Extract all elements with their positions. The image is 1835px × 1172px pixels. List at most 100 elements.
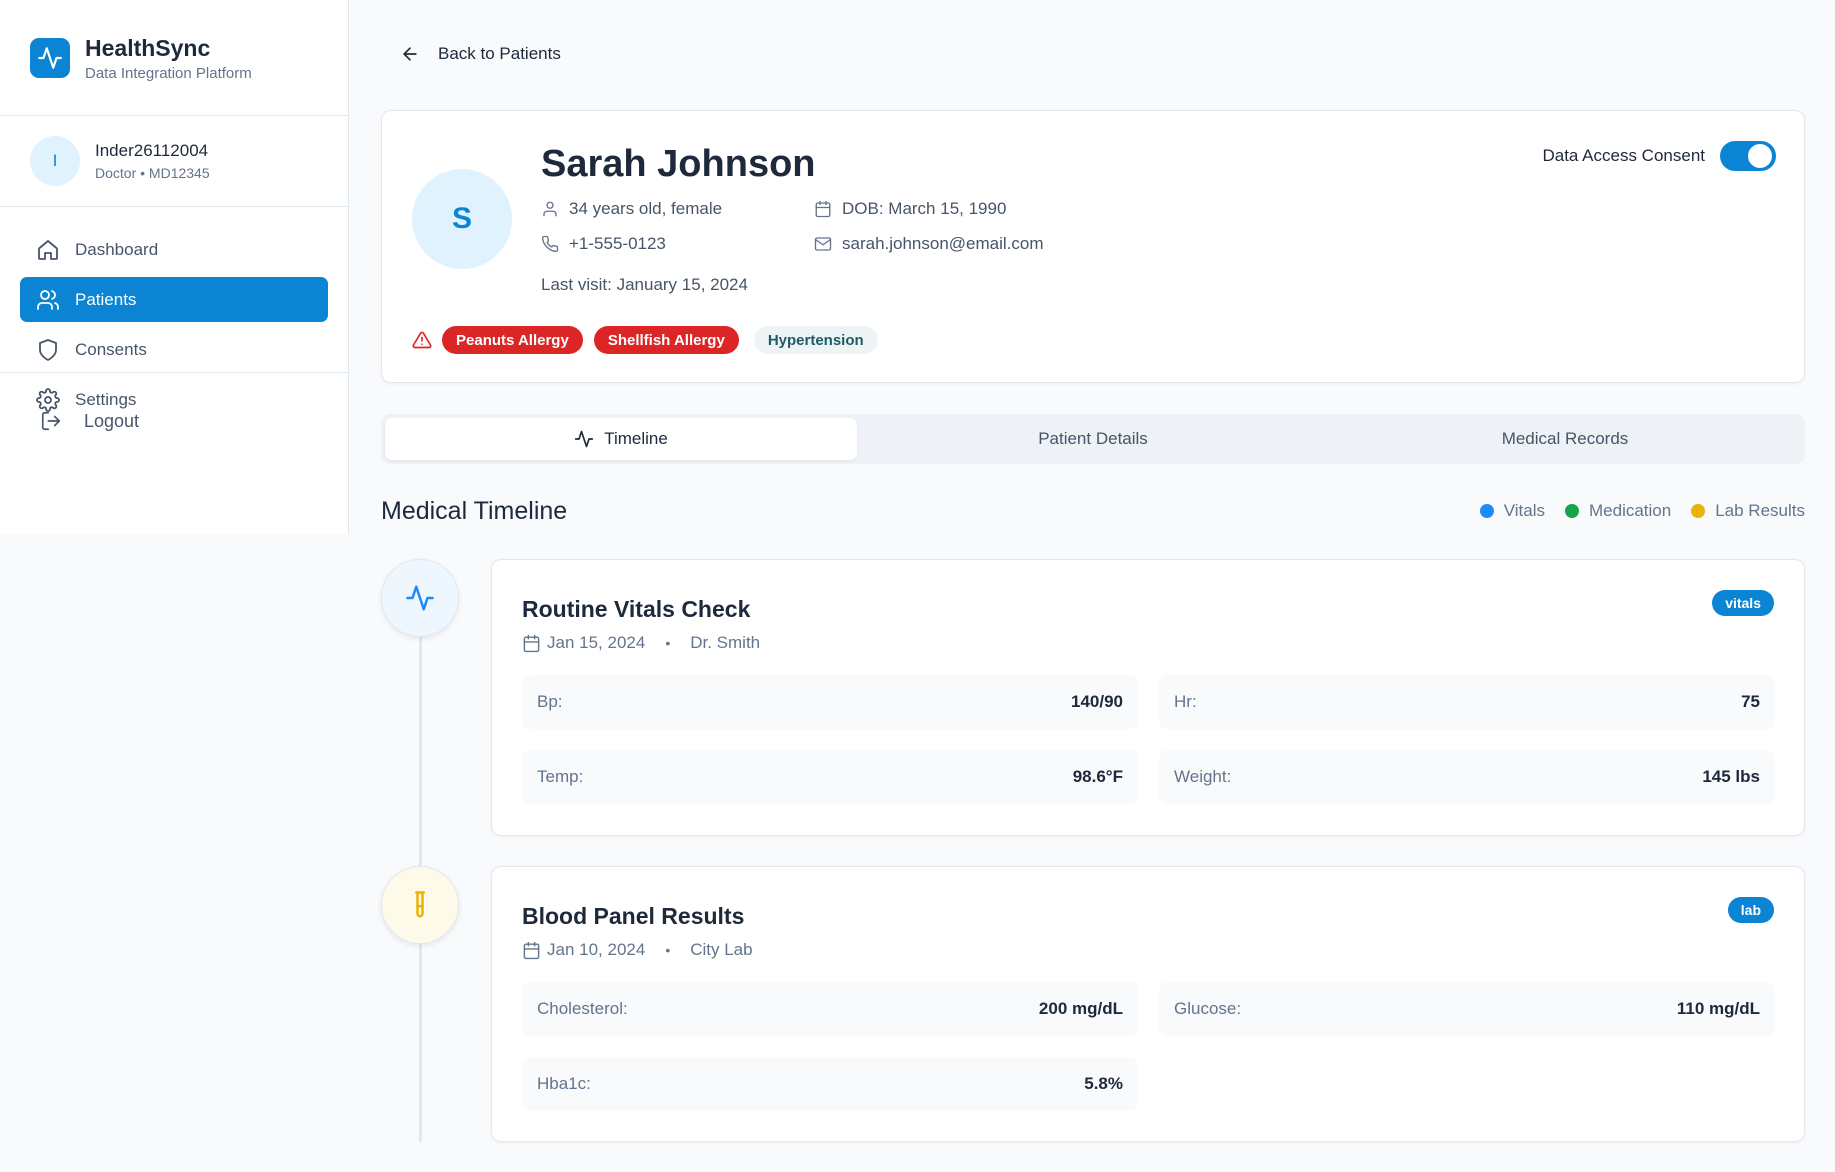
- condition-badge: Hypertension: [753, 326, 878, 354]
- patient-tabs: Timeline Patient Details Medical Records: [381, 414, 1805, 464]
- sidebar-item-label: Patients: [75, 289, 137, 309]
- metric-label: Glucose:: [1174, 999, 1242, 1018]
- phone-text: +1-555-0123: [569, 234, 666, 253]
- logout-label: Logout: [84, 410, 140, 431]
- tab-label: Timeline: [604, 429, 668, 448]
- event-date: Jan 15, 2024: [547, 633, 646, 652]
- sidebar: HealthSync Data Integration Platform I I…: [0, 0, 349, 534]
- patient-name: Sarah Johnson: [541, 143, 816, 185]
- event-meta: Jan 10, 2024 • City Lab: [522, 940, 753, 960]
- allergy-badge: Peanuts Allergy: [442, 326, 583, 354]
- app-logo-icon: [30, 37, 70, 78]
- metric-row: Glucose: 110 mg/dL: [1159, 982, 1775, 1036]
- toggle-knob: [1748, 144, 1772, 168]
- calendar-icon: [522, 941, 547, 960]
- timeline-event-card[interactable]: Routine Vitals Check Jan 15, 2024 • Dr. …: [491, 559, 1805, 836]
- legend-lab-results: Lab Results: [1691, 501, 1805, 521]
- legend-label: Vitals: [1503, 501, 1545, 520]
- metric-label: Hr:: [1174, 692, 1197, 711]
- event-meta: Jan 15, 2024 • Dr. Smith: [522, 633, 760, 653]
- sidebar-item-label: Settings: [75, 389, 137, 409]
- event-title: Blood Panel Results: [522, 903, 745, 929]
- legend-dot: [1479, 504, 1494, 518]
- event-type-badge: lab: [1727, 897, 1774, 923]
- legend-medication: Medication: [1565, 501, 1671, 521]
- legend-dot: [1691, 504, 1706, 518]
- tab-medical-records[interactable]: Medical Records: [1329, 418, 1801, 460]
- home-icon: [36, 238, 60, 262]
- timeline-title: Medical Timeline: [381, 497, 568, 525]
- tab-label: Medical Records: [1501, 429, 1629, 448]
- legend-dot: [1565, 504, 1579, 518]
- test-tube-icon: [405, 890, 435, 920]
- metric-row: Hr: 75: [1159, 675, 1775, 729]
- metric-label: Weight:: [1174, 767, 1232, 786]
- separator-dot: •: [665, 635, 671, 651]
- shield-icon: [36, 338, 60, 362]
- sidebar-item-consents[interactable]: Consents: [20, 327, 328, 372]
- metric-label: Hba1c:: [537, 1074, 591, 1093]
- timeline-node-lab: [381, 866, 459, 944]
- activity-icon: [574, 429, 604, 449]
- activity-icon: [405, 583, 435, 613]
- event-type-badge: vitals: [1712, 590, 1774, 616]
- avatar: I: [30, 136, 80, 186]
- event-provider: City Lab: [690, 940, 753, 959]
- tab-label: Patient Details: [1038, 429, 1148, 448]
- dob-text: DOB: March 15, 1990: [842, 199, 1007, 218]
- app-name: HealthSync: [85, 34, 211, 61]
- patient-last-visit: Last visit: January 15, 2024: [541, 275, 748, 294]
- data-access-consent: Data Access Consent: [1542, 141, 1776, 171]
- metric-value: 140/90: [1071, 692, 1123, 711]
- metric-value: 200 mg/dL: [1038, 999, 1123, 1018]
- metric-value: 75: [1741, 692, 1760, 711]
- app-subtitle: Data Integration Platform: [85, 64, 252, 82]
- user-icon: [541, 200, 569, 218]
- patient-dob: DOB: March 15, 1990: [814, 199, 1006, 219]
- metric-value: 145 lbs: [1702, 767, 1760, 786]
- metric-value: 5.8%: [1084, 1074, 1123, 1093]
- separator-dot: •: [665, 942, 671, 958]
- timeline-legend: Vitals Medication Lab Results: [1460, 501, 1805, 521]
- event-provider: Dr. Smith: [690, 633, 761, 652]
- mail-icon: [814, 235, 842, 253]
- legend-vitals: Vitals: [1479, 501, 1545, 521]
- event-date: Jan 10, 2024: [547, 940, 646, 959]
- back-to-patients-link[interactable]: Back to Patients: [400, 44, 561, 64]
- tab-timeline[interactable]: Timeline: [385, 418, 857, 460]
- sidebar-item-label: Dashboard: [75, 239, 159, 259]
- calendar-icon: [522, 634, 547, 653]
- alert-triangle-icon: [412, 330, 432, 350]
- timeline-node-vitals: [381, 559, 459, 637]
- brand: HealthSync Data Integration Platform: [0, 0, 348, 116]
- arrow-left-icon: [400, 44, 438, 64]
- consent-toggle[interactable]: [1720, 141, 1776, 171]
- metric-label: Cholesterol:: [537, 999, 628, 1018]
- age-gender-text: 34 years old, female: [569, 199, 723, 218]
- user-role: Doctor • MD12345: [95, 165, 210, 181]
- metric-row: Weight: 145 lbs: [1159, 750, 1775, 804]
- logout-icon: [40, 410, 62, 432]
- patient-phone: +1-555-0123: [541, 234, 666, 254]
- allergy-badge: Shellfish Allergy: [593, 326, 739, 354]
- patient-age-gender: 34 years old, female: [541, 199, 722, 219]
- sidebar-nav: Dashboard Patients Consents Settings: [0, 207, 348, 412]
- legend-label: Lab Results: [1715, 501, 1805, 520]
- consent-label: Data Access Consent: [1542, 146, 1705, 165]
- metric-label: Bp:: [537, 692, 563, 711]
- metric-row: Bp: 140/90: [522, 675, 1138, 729]
- back-label: Back to Patients: [438, 44, 561, 63]
- users-icon: [36, 288, 60, 312]
- legend-label: Medication: [1589, 501, 1672, 520]
- patient-email: sarah.johnson@email.com: [814, 234, 1044, 254]
- calendar-icon: [814, 200, 842, 218]
- gear-icon: [36, 387, 60, 412]
- email-text: sarah.johnson@email.com: [842, 234, 1044, 253]
- metric-row: Hba1c: 5.8%: [522, 1057, 1138, 1111]
- metric-row: Cholesterol: 200 mg/dL: [522, 982, 1138, 1036]
- sidebar-item-dashboard[interactable]: Dashboard: [20, 227, 328, 272]
- tab-patient-details[interactable]: Patient Details: [857, 418, 1329, 460]
- timeline-event-card[interactable]: Blood Panel Results Jan 10, 2024 • City …: [491, 866, 1805, 1142]
- metric-row: Temp: 98.6°F: [522, 750, 1138, 804]
- sidebar-item-patients[interactable]: Patients: [20, 277, 328, 322]
